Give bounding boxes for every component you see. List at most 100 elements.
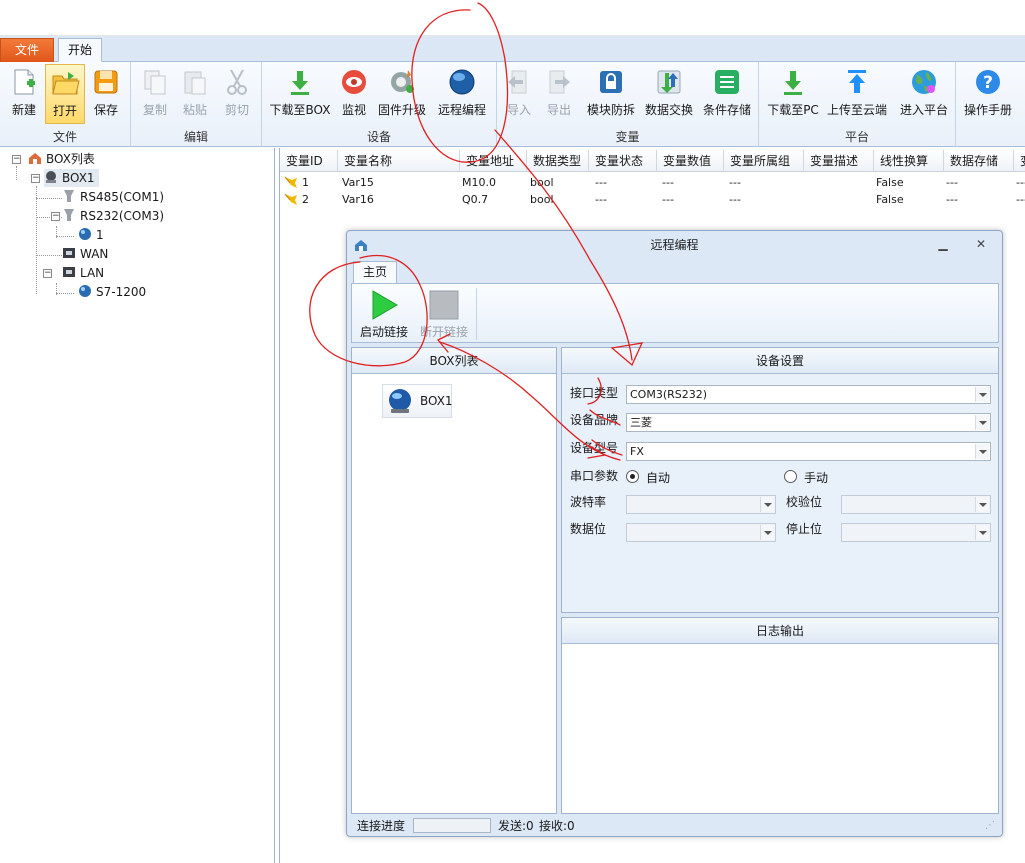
save-label: 保存: [93, 103, 118, 117]
chevron-down-icon: [975, 415, 989, 430]
col-var-id[interactable]: 变量ID: [280, 150, 338, 172]
data-exchange-button[interactable]: 数据交换: [645, 64, 693, 122]
root-expander[interactable]: −: [12, 155, 21, 164]
tree-wan[interactable]: WAN: [62, 245, 108, 263]
tree-root[interactable]: BOX列表: [28, 150, 95, 168]
chevron-down-icon: [760, 497, 774, 512]
cell-address: M10.0: [462, 176, 496, 189]
stop-bits-label: 停止位: [786, 522, 823, 536]
manual-radio[interactable]: [784, 470, 797, 483]
manual-button[interactable]: ? 操作手册: [964, 64, 1012, 122]
new-file-icon: [14, 69, 35, 95]
parity-select[interactable]: [841, 495, 991, 514]
progress-label: 连接进度: [357, 819, 406, 833]
title-strip: [0, 0, 1025, 36]
cut-button[interactable]: 剪切: [219, 64, 255, 122]
manual-label: 操作手册: [963, 103, 1012, 117]
module-protect-button[interactable]: 模块防拆: [587, 64, 635, 122]
upload-to-cloud-button[interactable]: 上传至云端: [827, 64, 887, 122]
copy-button[interactable]: 复制: [137, 64, 173, 122]
tree-rs232-device[interactable]: 1: [78, 226, 104, 244]
tree-lan[interactable]: LAN: [62, 264, 104, 282]
tree-rs232[interactable]: RS232(COM3): [62, 207, 164, 225]
close-icon[interactable]: ✕: [973, 237, 989, 253]
import-button[interactable]: 导入: [503, 64, 535, 122]
svg-text:?: ?: [983, 73, 993, 93]
resize-grip-icon[interactable]: ⋰: [985, 816, 995, 836]
col-var-desc[interactable]: 变量描述: [804, 150, 874, 172]
model-select[interactable]: FX: [626, 442, 991, 461]
data-exchange-label: 数据交换: [644, 103, 693, 117]
download-to-box-label: 下载至BOX: [269, 103, 331, 117]
box-list-item[interactable]: BOX1: [382, 384, 453, 418]
tree-s7-1200[interactable]: S7-1200: [78, 283, 146, 301]
condition-storage-button[interactable]: 条件存储: [703, 64, 751, 122]
ribbon-group-help: ? 操作手册: [956, 62, 1025, 147]
save-button[interactable]: 保存: [88, 64, 124, 122]
col-extra[interactable]: 变: [1014, 150, 1025, 172]
cell-name: Var16: [342, 193, 374, 206]
stop-link-button[interactable]: 断开链接: [414, 287, 474, 341]
stop-bits-select[interactable]: [841, 523, 991, 542]
baud-rate-select[interactable]: [626, 495, 776, 514]
log-output-panel: 日志输出: [561, 617, 999, 814]
auto-radio[interactable]: [626, 470, 639, 483]
enter-platform-button[interactable]: 进入平台: [899, 64, 949, 122]
serial-port-icon: [64, 190, 74, 202]
col-var-value[interactable]: 变量数值: [657, 150, 724, 172]
box1-expander[interactable]: −: [31, 174, 40, 183]
cell-group: ---: [729, 193, 741, 206]
world-icon: [912, 70, 936, 94]
table-row[interactable]: 1 Var15 M10.0 bool --- --- --- False ---…: [280, 174, 1025, 191]
download-to-box-button[interactable]: 下载至BOX: [270, 64, 330, 122]
module-protect-label: 模块防拆: [586, 103, 635, 117]
manual-radio-label: 手动: [804, 471, 829, 485]
tab-start[interactable]: 开始: [58, 38, 102, 62]
table-row[interactable]: 2 Var16 Q0.7 bool --- --- --- False --- …: [280, 191, 1025, 208]
box-globe-icon: [389, 389, 411, 413]
tab-file[interactable]: 文件: [0, 38, 54, 62]
network-port-icon: [63, 248, 75, 258]
firmware-upgrade-button[interactable]: 固件升级: [378, 64, 426, 122]
col-storage[interactable]: 数据存储: [944, 150, 1014, 172]
minimize-icon[interactable]: ▁: [935, 237, 951, 253]
play-icon: [372, 290, 398, 320]
tree-box1-label: BOX1: [62, 171, 95, 185]
col-var-address[interactable]: 变量地址: [460, 150, 527, 172]
col-data-type[interactable]: 数据类型: [527, 150, 589, 172]
tree-rs232-device-label: 1: [96, 228, 104, 242]
firmware-upgrade-label: 固件升级: [377, 103, 426, 117]
model-label: 设备型号: [570, 441, 619, 455]
download-to-pc-button[interactable]: 下载至PC: [767, 64, 819, 122]
download-icon: [784, 71, 802, 95]
col-var-group[interactable]: 变量所属组: [724, 150, 804, 172]
data-bits-label: 数据位: [570, 522, 607, 536]
tree-root-label: BOX列表: [46, 152, 95, 166]
stop-icon: [429, 290, 459, 320]
tree-rs485[interactable]: RS485(COM1): [62, 188, 164, 206]
group-label-variable: 变量: [615, 130, 640, 144]
monitor-button[interactable]: 监视: [338, 64, 370, 122]
cell-value: ---: [662, 193, 674, 206]
port-type-select[interactable]: COM3(RS232): [626, 385, 991, 404]
parity-label: 校验位: [786, 495, 823, 509]
start-link-button[interactable]: 启动链接: [354, 287, 414, 341]
brand-select[interactable]: 三菱: [626, 413, 991, 432]
remote-programming-button[interactable]: 远程编程: [438, 64, 486, 122]
col-var-name[interactable]: 变量名称: [338, 150, 460, 172]
new-button[interactable]: 新建: [6, 64, 42, 122]
tree-wan-label: WAN: [80, 247, 109, 261]
export-button[interactable]: 导出: [543, 64, 575, 122]
open-button[interactable]: 打开: [45, 64, 85, 124]
tree-box1[interactable]: BOX1: [44, 169, 99, 187]
plc-globe-icon: [79, 285, 91, 297]
paste-button[interactable]: 粘贴: [177, 64, 213, 122]
lan-expander[interactable]: −: [43, 269, 52, 278]
network-port-icon: [63, 267, 75, 277]
data-bits-select[interactable]: [626, 523, 776, 542]
col-var-state[interactable]: 变量状态: [589, 150, 657, 172]
variable-pin-icon: [284, 176, 297, 188]
rs232-expander[interactable]: −: [51, 212, 60, 221]
tab-home[interactable]: 主页: [353, 261, 397, 283]
col-linear[interactable]: 线性换算: [874, 150, 944, 172]
